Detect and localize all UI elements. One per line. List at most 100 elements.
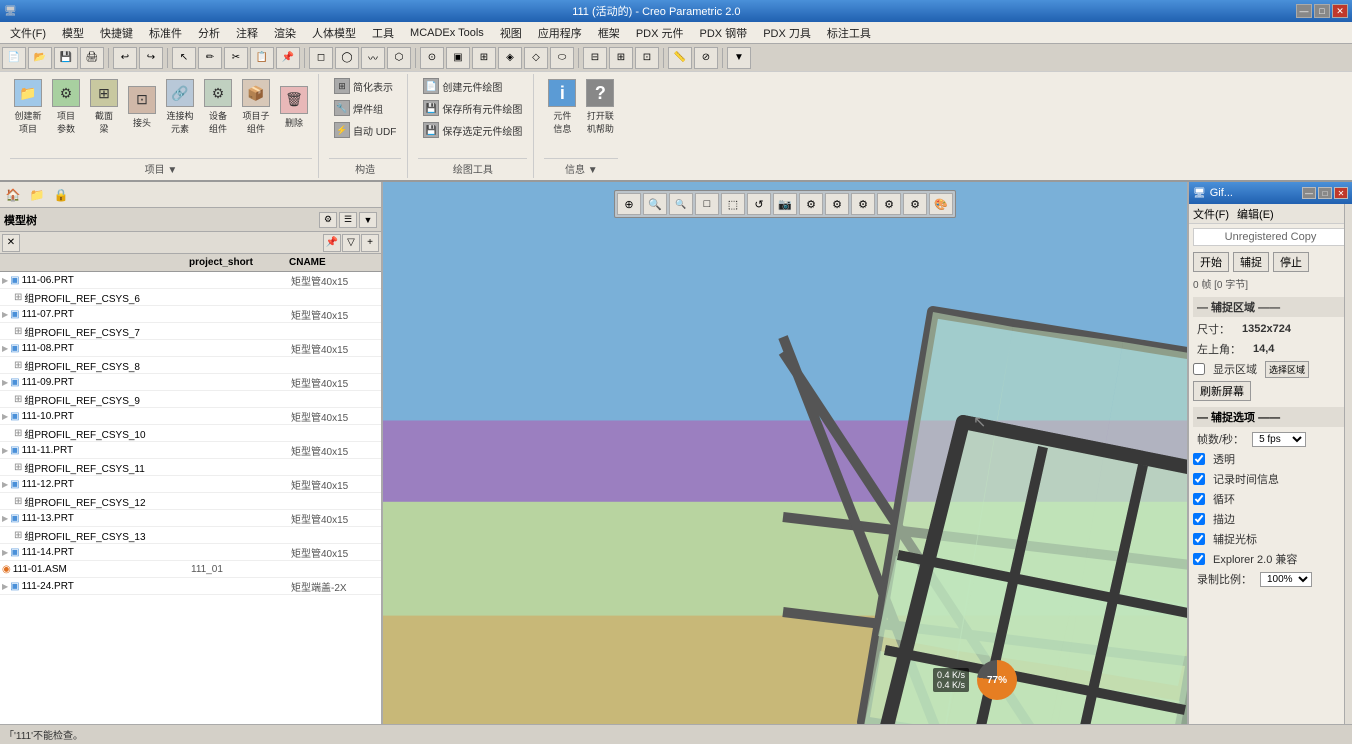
tree-list-btn[interactable]: ☰ <box>339 212 357 228</box>
menu-mcadex[interactable]: MCADEx Tools <box>402 25 492 41</box>
vp-zoom-in-btn[interactable]: 🔍 <box>643 193 667 215</box>
menu-pdx-parts[interactable]: PDX 元件 <box>628 23 692 43</box>
vp-rotate-btn[interactable]: ⬚ <box>721 193 745 215</box>
blend-btn[interactable]: ⬡ <box>387 47 411 69</box>
select-btn[interactable]: ↖ <box>172 47 196 69</box>
equipment-btn[interactable]: ⚙ 设备组件 <box>200 76 236 138</box>
project-sub-btn[interactable]: 📦 项目子组件 <box>238 76 274 138</box>
draft-btn[interactable]: ◈ <box>498 47 522 69</box>
project-params-btn[interactable]: ⚙ 项目参数 <box>48 76 84 138</box>
gif-scrollbar[interactable] <box>1344 204 1352 724</box>
create-drawing-btn[interactable]: 📄 创建元件绘图 <box>418 76 527 96</box>
vp-spin-btn[interactable]: ↺ <box>747 193 771 215</box>
menu-annotation-tools[interactable]: 标注工具 <box>819 23 879 43</box>
tree-expand-btn[interactable]: ▼ <box>359 212 377 228</box>
revolve-btn[interactable]: ◯ <box>335 47 359 69</box>
tree-pin-btn[interactable]: 📌 <box>323 234 341 252</box>
menu-shortcuts[interactable]: 快捷键 <box>92 23 141 43</box>
tree-row[interactable]: ▶ ▣ 111-07.PRT 矩型管40x15 <box>0 306 381 323</box>
gif-explorer-checkbox[interactable] <box>1193 553 1205 565</box>
offset-btn[interactable]: ⊡ <box>635 47 659 69</box>
menu-render[interactable]: 渲染 <box>266 23 304 43</box>
down-arrow-btn[interactable]: ▼ <box>727 47 751 69</box>
gif-maximize-btn[interactable]: □ <box>1318 187 1332 199</box>
round-btn[interactable]: ⬭ <box>550 47 574 69</box>
menu-tools[interactable]: 工具 <box>364 23 402 43</box>
tree-row[interactable]: ⊞ 组PROFIL_REF_CSYS_13 <box>0 527 381 544</box>
menu-pdx-knife[interactable]: PDX 刀具 <box>755 23 819 43</box>
tree-row[interactable]: ▶ ▣ 111-10.PRT 矩型管40x15 <box>0 408 381 425</box>
tree-row[interactable]: ▶ ▣ 111-06.PRT 矩型管40x15 <box>0 272 381 289</box>
menu-view[interactable]: 视图 <box>492 23 530 43</box>
new-file-btn[interactable]: 📄 <box>2 47 26 69</box>
menu-apps[interactable]: 应用程序 <box>530 23 590 43</box>
hole-btn[interactable]: ⊙ <box>420 47 444 69</box>
tree-row[interactable]: ⊞ 组PROFIL_REF_CSYS_9 <box>0 391 381 408</box>
tree-add-btn[interactable]: + <box>361 234 379 252</box>
sect-btn[interactable]: ⊘ <box>694 47 718 69</box>
vp-zoom-fit-btn[interactable]: ⊕ <box>617 193 641 215</box>
tree-row[interactable]: ▶ ▣ 111-11.PRT 矩型管40x15 <box>0 442 381 459</box>
tree-row[interactable]: ⊞ 组PROFIL_REF_CSYS_10 <box>0 425 381 442</box>
gif-fps-select[interactable]: 5 fps 10 fps 15 fps 20 fps <box>1252 432 1306 447</box>
menu-human-model[interactable]: 人体模型 <box>304 23 364 43</box>
menu-analysis[interactable]: 分析 <box>190 23 228 43</box>
chamfer-btn[interactable]: ◇ <box>524 47 548 69</box>
gif-show-area-checkbox[interactable] <box>1193 363 1205 375</box>
gif-close-btn[interactable]: ✕ <box>1334 187 1348 199</box>
tree-row[interactable]: ⊞ 组PROFIL_REF_CSYS_12 <box>0 493 381 510</box>
vp-camera-btn[interactable]: 📷 <box>773 193 797 215</box>
pattern-btn[interactable]: ⊟ <box>583 47 607 69</box>
viewport[interactable]: ↖ ⊕ 🔍 🔍 □ ⬚ ↺ 📷 ⚙ ⚙ ⚙ ⚙ ⚙ 🎨 0.4 K/s 0.4 … <box>383 182 1187 724</box>
vp-orient5-btn[interactable]: ⚙ <box>903 193 927 215</box>
rib-btn[interactable]: ⊞ <box>472 47 496 69</box>
tree-row[interactable]: ◉ 111-01.ASM 111_01 <box>0 561 381 578</box>
vp-orient4-btn[interactable]: ⚙ <box>877 193 901 215</box>
minimize-button[interactable]: — <box>1296 4 1312 18</box>
gif-capture-btn[interactable]: 辅捉 <box>1233 252 1269 272</box>
tree-row[interactable]: ▶ ▣ 111-14.PRT 矩型管40x15 <box>0 544 381 561</box>
gif-select-area-btn[interactable]: 选择区域 <box>1265 361 1309 378</box>
copy-btn[interactable]: 📋 <box>250 47 274 69</box>
folder-qa-btn[interactable]: 📁 <box>26 185 48 205</box>
gif-minimize-btn[interactable]: — <box>1302 187 1316 199</box>
save-selected-drawings-btn[interactable]: 💾 保存选定元件绘图 <box>418 120 527 140</box>
element-info-btn[interactable]: i 元件信息 <box>544 76 580 138</box>
weld-group-btn[interactable]: 🔧 焊件组 <box>329 98 401 118</box>
paste-btn[interactable]: 📌 <box>276 47 300 69</box>
menu-framework[interactable]: 框架 <box>590 23 628 43</box>
open-help-btn[interactable]: ? 打开联机帮助 <box>582 76 618 138</box>
gif-border-checkbox[interactable] <box>1193 513 1205 525</box>
gif-menu-file[interactable]: 文件(F) <box>1193 206 1229 222</box>
redo-btn[interactable]: ↪ <box>139 47 163 69</box>
save-all-drawings-btn[interactable]: 💾 保存所有元件绘图 <box>418 98 527 118</box>
mirror-btn[interactable]: ⊞ <box>609 47 633 69</box>
menu-model[interactable]: 模型 <box>54 23 92 43</box>
undo-btn[interactable]: ↩ <box>113 47 137 69</box>
menu-file[interactable]: 文件(F) <box>2 23 54 43</box>
shell-btn[interactable]: ▣ <box>446 47 470 69</box>
vp-pan-btn[interactable]: □ <box>695 193 719 215</box>
gif-refresh-btn[interactable]: 刷新屏幕 <box>1193 381 1251 401</box>
vp-orient2-btn[interactable]: ⚙ <box>825 193 849 215</box>
gif-loop-checkbox[interactable] <box>1193 493 1205 505</box>
menu-pdx-steel[interactable]: PDX 钢带 <box>692 23 756 43</box>
gif-menu-edit[interactable]: 编辑(E) <box>1237 206 1274 222</box>
tree-filter-btn[interactable]: ▽ <box>342 234 360 252</box>
close-button[interactable]: ✕ <box>1332 4 1348 18</box>
print-btn[interactable]: 🖨 <box>80 47 104 69</box>
meas-btn[interactable]: 📏 <box>668 47 692 69</box>
gif-record-ratio-select[interactable]: 100% 75% 50% <box>1260 572 1312 587</box>
tree-row[interactable]: ⊞ 组PROFIL_REF_CSYS_8 <box>0 357 381 374</box>
vp-zoom-out-btn[interactable]: 🔍 <box>669 193 693 215</box>
gif-start-btn[interactable]: 开始 <box>1193 252 1229 272</box>
save-btn[interactable]: 💾 <box>54 47 78 69</box>
home-qa-btn[interactable]: 🏠 <box>2 185 24 205</box>
gif-transparent-checkbox[interactable] <box>1193 453 1205 465</box>
tree-row[interactable]: ⊞ 组PROFIL_REF_CSYS_6 <box>0 289 381 306</box>
tree-row[interactable]: ⊞ 组PROFIL_REF_CSYS_11 <box>0 459 381 476</box>
auto-udf-btn[interactable]: ⚡ 自动 UDF <box>329 120 401 140</box>
tree-row[interactable]: ▶ ▣ 111-24.PRT 矩型端盖-2X <box>0 578 381 595</box>
model-tree-content[interactable]: ▶ ▣ 111-06.PRT 矩型管40x15 ⊞ 组PROFIL_REF_CS… <box>0 272 381 724</box>
sweep-btn[interactable]: 〰 <box>361 47 385 69</box>
